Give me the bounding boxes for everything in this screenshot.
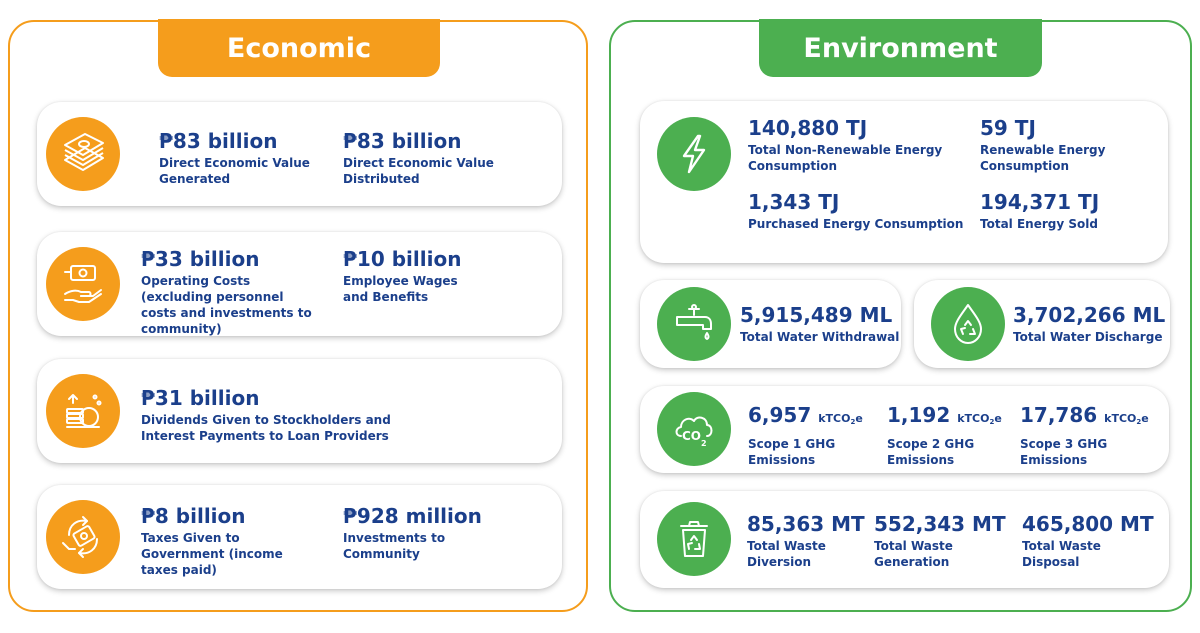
environment-card-waste: 85,363 MT Total Waste Diversion 552,343 … (640, 491, 1169, 588)
metric-scope3: 17,786 kTCO2e Scope 3 GHG Emissions (1020, 403, 1149, 467)
metric-scope2: 1,192 kTCO2e Scope 2 GHG Emissions (887, 403, 1002, 467)
economic-card-value: ₱83 billion Direct Economic Value Genera… (37, 102, 562, 206)
svg-text:2: 2 (701, 439, 707, 448)
money-stack-icon (46, 117, 120, 191)
metric-renewable-energy: 59 TJ Renewable Energy Consumption (980, 116, 1106, 173)
co2-cloud-icon: CO 2 (657, 392, 731, 466)
metric-direct-generated: ₱83 billion Direct Economic Value Genera… (159, 129, 310, 186)
economic-card-taxes: ₱8 billion Taxes Given to Government (in… (37, 485, 562, 589)
recycle-bin-icon (657, 502, 731, 576)
hand-cash-icon (46, 247, 120, 321)
metric-nonrenewable-energy: 140,880 TJ Total Non-Renewable Energy Co… (748, 116, 943, 173)
environment-card-emissions: CO 2 6,957 kTCO2e Scope 1 GHG Emissions … (640, 386, 1169, 473)
metric-operating-costs: ₱33 billion Operating Costs (excluding p… (141, 247, 312, 336)
metric-water-discharge: 3,702,266 ML Total Water Discharge (1013, 303, 1166, 344)
water-tap-icon (657, 287, 731, 361)
economic-card-dividends: ₱31 billion Dividends Given to Stockhold… (37, 359, 562, 463)
metric-scope1: 6,957 kTCO2e Scope 1 GHG Emissions (748, 403, 863, 467)
economic-title: Economic (158, 19, 440, 77)
environment-panel: Environment 140,880 TJ Total Non-Renewab… (609, 19, 1192, 612)
metric-purchased-energy: 1,343 TJ Purchased Energy Consumption (748, 190, 964, 231)
money-exchange-icon (46, 500, 120, 574)
metric-community-investments: ₱928 million Investments to Community (343, 504, 482, 561)
metric-energy-sold: 194,371 TJ Total Energy Sold (980, 190, 1100, 231)
metric-dividends: ₱31 billion Dividends Given to Stockhold… (141, 386, 391, 443)
economic-panel: Economic ₱83 billion Direct Economic Val… (8, 19, 588, 612)
metric-taxes: ₱8 billion Taxes Given to Government (in… (141, 504, 283, 577)
environment-title: Environment (759, 19, 1042, 77)
lightning-bolt-icon (657, 117, 731, 191)
coins-growth-icon (46, 374, 120, 448)
metric-direct-distributed: ₱83 billion Direct Economic Value Distri… (343, 129, 494, 186)
metric-waste-generation: 552,343 MT Total Waste Generation (874, 512, 1006, 569)
water-recycle-drop-icon (931, 287, 1005, 361)
metric-water-withdrawal: 5,915,489 ML Total Water Withdrawal (740, 303, 900, 344)
metric-waste-disposal: 465,800 MT Total Waste Disposal (1022, 512, 1154, 569)
environment-card-energy: 140,880 TJ Total Non-Renewable Energy Co… (640, 101, 1168, 263)
environment-card-water-withdrawal: 5,915,489 ML Total Water Withdrawal (640, 280, 901, 368)
svg-text:CO: CO (682, 429, 701, 443)
environment-card-water-discharge: 3,702,266 ML Total Water Discharge (914, 280, 1170, 368)
economic-card-costs: ₱33 billion Operating Costs (excluding p… (37, 232, 562, 336)
metric-employee-wages: ₱10 billion Employee Wages and Benefits (343, 247, 462, 304)
metric-waste-diversion: 85,363 MT Total Waste Diversion (747, 512, 865, 569)
